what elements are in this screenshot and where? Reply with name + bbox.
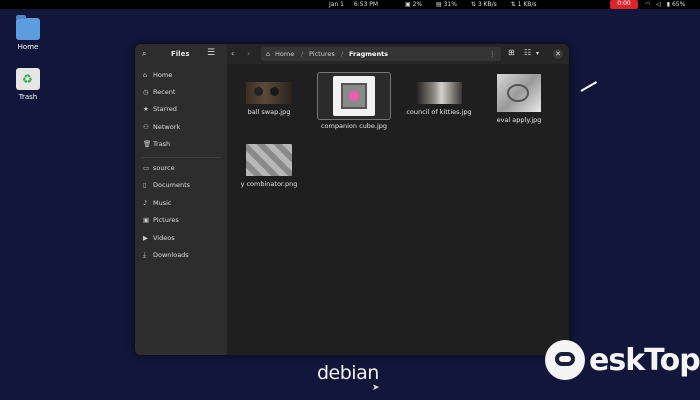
sidebar-item-music[interactable]: ♪ Music xyxy=(143,199,172,211)
system-monitor[interactable]: ▣ 2% ▤ 31% ⇅ 3 KB/s ⇅ 1 KB/s xyxy=(405,1,549,8)
folder-icon xyxy=(16,15,40,40)
battery-level: ▮ 65% xyxy=(666,1,686,8)
selection-frame xyxy=(317,72,391,120)
record-indicator[interactable]: 0:00 xyxy=(610,0,638,9)
search-icon[interactable]: ⌕ xyxy=(142,49,146,59)
image-thumbnail xyxy=(416,82,462,104)
net-down: ⇅ 3 KB/s xyxy=(470,1,497,8)
star-icon: ★ xyxy=(143,105,149,113)
image-thumbnail xyxy=(333,76,375,116)
trash-icon: 🗑 xyxy=(143,140,152,148)
time-text: 6:53 PM xyxy=(353,1,379,8)
desktop-home-label: Home xyxy=(17,43,39,51)
top-bar: Jan 1 6:53 PM ▣ 2% ▤ 31% ⇅ 3 KB/s ⇅ 1 KB… xyxy=(0,0,700,9)
path-current[interactable]: Fragments xyxy=(349,50,388,58)
file-item[interactable]: council of kitties.jpg xyxy=(397,82,481,116)
clock-icon: ◷ xyxy=(143,88,149,96)
sidebar-item-documents[interactable]: ▯ Documents xyxy=(143,181,190,193)
memory-usage: ▤ 31% xyxy=(436,1,457,8)
chevron-down-icon[interactable]: ▾ xyxy=(536,50,539,57)
file-label: ball swap.jpg xyxy=(247,108,291,116)
toolbar: ‹ › ⌂ Home / Pictures / Fragments ⋮ ⊞ ☷ … xyxy=(227,44,569,64)
list-view-icon[interactable]: ☷ xyxy=(524,48,531,57)
sidebar-item-downloads[interactable]: ⤓ Downloads xyxy=(143,251,189,263)
file-label: companion cube.jpg xyxy=(320,122,388,130)
desktop-trash-label: Trash xyxy=(18,93,38,101)
path-home[interactable]: Home xyxy=(275,50,294,58)
date-text: Jan 1 xyxy=(329,1,344,8)
sidebar-divider xyxy=(141,157,221,158)
sidebar-item-recent[interactable]: ◷ Recent xyxy=(143,88,175,100)
download-icon: ⤓ xyxy=(143,251,146,259)
video-icon: ▶ xyxy=(143,234,148,242)
mouse-pointer-icon: ➤ xyxy=(372,383,380,393)
file-label: council of kitties.jpg xyxy=(406,108,472,116)
sidebar-title: Files xyxy=(171,50,190,58)
net-up: ⇅ 1 KB/s xyxy=(510,1,537,8)
sidebar-item-network[interactable]: ⚇ Network xyxy=(143,123,180,135)
sidebar: ⌕ Files ☰ ⌂ Home ◷ Recent ★ Starred ⚇ Networ… xyxy=(135,44,227,355)
status-area[interactable]: ◠ ◁ ▮ 65% xyxy=(645,1,693,8)
file-item[interactable]: ball swap.jpg xyxy=(227,82,311,116)
path-separator: / xyxy=(301,50,304,58)
file-manager-window: ⌕ Files ☰ ⌂ Home ◷ Recent ★ Starred ⚇ Networ… xyxy=(135,44,569,355)
picture-icon: ▣ xyxy=(143,216,150,224)
file-item[interactable]: y combinator.png xyxy=(227,144,311,188)
desktop-trash[interactable]: Trash xyxy=(8,68,48,101)
file-item-selected[interactable]: companion cube.jpg xyxy=(317,72,391,130)
path-separator: / xyxy=(341,50,344,58)
back-button[interactable]: ‹ xyxy=(231,49,234,58)
home-icon: ⌂ xyxy=(143,71,148,79)
home-icon: ⌂ xyxy=(266,50,271,58)
desktop-home[interactable]: Home xyxy=(8,15,48,51)
cpu-usage: ▣ 2% xyxy=(405,1,423,8)
watermark-text: eskTop xyxy=(589,343,700,378)
clock[interactable]: Jan 1 6:53 PM xyxy=(329,1,386,8)
sidebar-item-source[interactable]: ▭ source xyxy=(143,164,175,176)
forward-button[interactable]: › xyxy=(247,49,250,58)
close-button[interactable]: ✕ xyxy=(553,49,563,59)
image-thumbnail xyxy=(497,74,541,112)
file-label: y combinator.png xyxy=(240,180,298,188)
watermark-logo-icon xyxy=(545,340,585,380)
recycle-bin-icon xyxy=(16,68,40,90)
path-pictures[interactable]: Pictures xyxy=(309,50,335,58)
sidebar-header: ⌕ Files ☰ xyxy=(135,44,227,64)
sidebar-item-videos[interactable]: ▶ Videos xyxy=(143,234,175,246)
stray-cursor xyxy=(580,81,598,92)
sidebar-item-pictures[interactable]: ▣ Pictures xyxy=(143,216,179,228)
new-folder-icon[interactable]: ⊞ xyxy=(508,48,515,57)
volume-icon: ◁ xyxy=(656,1,661,8)
music-icon: ♪ xyxy=(143,199,148,207)
image-thumbnail xyxy=(246,144,292,176)
location-bar[interactable]: ⌂ Home / Pictures / Fragments ⋮ xyxy=(261,47,501,61)
network-icon: ⚇ xyxy=(143,123,149,131)
folder-icon: ▭ xyxy=(143,164,150,172)
main-pane: ‹ › ⌂ Home / Pictures / Fragments ⋮ ⊞ ☷ … xyxy=(227,44,569,355)
debian-logo: debian xyxy=(317,362,379,384)
wifi-icon: ◠ xyxy=(645,1,651,8)
image-thumbnail xyxy=(246,82,292,104)
document-icon: ▯ xyxy=(143,181,147,189)
more-options-icon[interactable]: ⋮ xyxy=(489,50,496,58)
file-item[interactable]: eval apply.jpg xyxy=(477,74,561,124)
menu-icon[interactable]: ☰ xyxy=(207,48,215,58)
sidebar-item-home[interactable]: ⌂ Home xyxy=(143,71,172,83)
file-label: eval apply.jpg xyxy=(496,116,542,124)
sidebar-item-starred[interactable]: ★ Starred xyxy=(143,105,177,117)
sidebar-item-trash[interactable]: 🗑 Trash xyxy=(143,140,170,152)
